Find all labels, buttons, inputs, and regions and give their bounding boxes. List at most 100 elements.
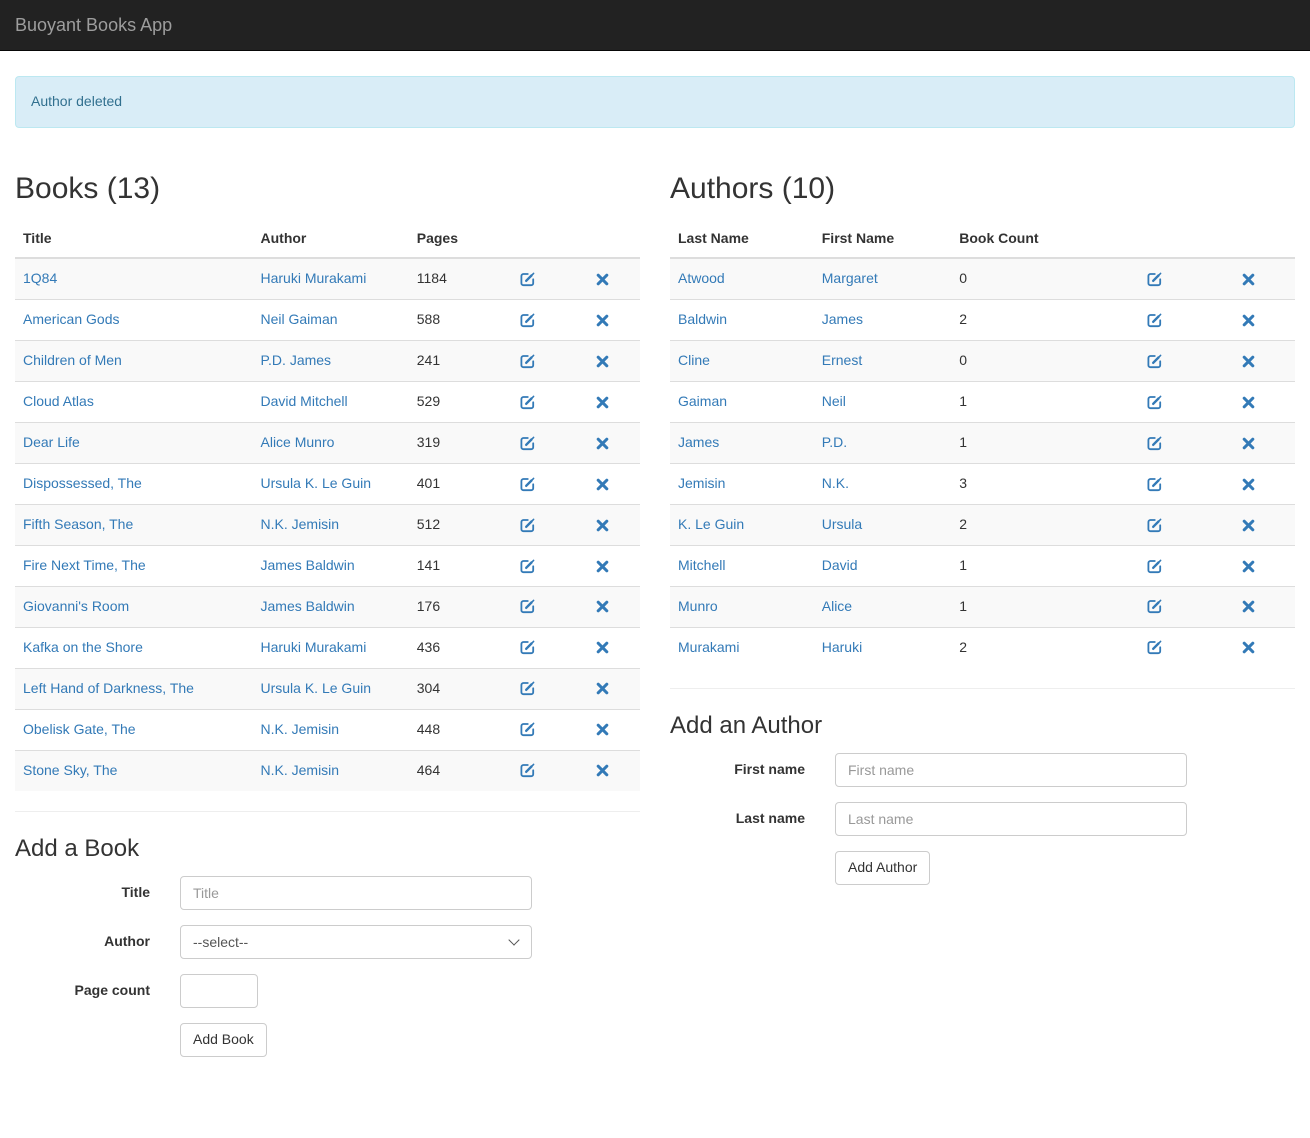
add-book-button[interactable]: Add Book (180, 1023, 267, 1057)
delete-book-button[interactable] (596, 475, 609, 491)
edit-book-button[interactable] (520, 393, 535, 409)
delete-author-button[interactable] (1242, 639, 1255, 655)
edit-book-button[interactable] (520, 762, 535, 778)
delete-book-button[interactable] (596, 352, 609, 368)
delete-book-button[interactable] (596, 557, 609, 573)
book-author-link[interactable]: David Mitchell (261, 393, 348, 409)
edit-book-button[interactable] (520, 516, 535, 532)
author-firstname-link[interactable]: Ernest (822, 352, 862, 368)
author-firstname-link[interactable]: N.K. (822, 475, 849, 491)
delete-book-button[interactable] (596, 762, 609, 778)
delete-book-button[interactable] (596, 516, 609, 532)
author-lastname-link[interactable]: Cline (678, 352, 710, 368)
edit-book-button[interactable] (520, 639, 535, 655)
book-title-link[interactable]: Dispossessed, The (23, 475, 142, 491)
book-title-link[interactable]: Fire Next Time, The (23, 557, 146, 573)
delete-author-button[interactable] (1242, 352, 1255, 368)
author-lastname-link[interactable]: Munro (678, 598, 718, 614)
book-author-link[interactable]: Alice Munro (261, 434, 335, 450)
delete-author-button[interactable] (1242, 393, 1255, 409)
delete-author-button[interactable] (1242, 434, 1255, 450)
edit-book-button[interactable] (520, 598, 535, 614)
delete-book-button[interactable] (596, 598, 609, 614)
navbar-brand[interactable]: Buoyant Books App (0, 0, 187, 50)
book-title-link[interactable]: Cloud Atlas (23, 393, 94, 409)
edit-book-button[interactable] (520, 680, 535, 696)
edit-book-button[interactable] (520, 721, 535, 737)
author-firstname-link[interactable]: Haruki (822, 639, 862, 655)
edit-book-button[interactable] (520, 434, 535, 450)
delete-book-button[interactable] (596, 721, 609, 737)
author-lastname-link[interactable]: Gaiman (678, 393, 727, 409)
author-firstname-input[interactable] (835, 753, 1187, 787)
delete-book-button[interactable] (596, 270, 609, 286)
edit-author-button[interactable] (1147, 557, 1162, 573)
book-author-select[interactable]: --select-- (180, 925, 532, 959)
delete-book-button[interactable] (596, 393, 609, 409)
book-author-link[interactable]: N.K. Jemisin (261, 762, 340, 778)
book-author-link[interactable]: James Baldwin (261, 598, 355, 614)
author-firstname-link[interactable]: P.D. (822, 434, 847, 450)
edit-author-button[interactable] (1147, 434, 1162, 450)
book-author-link[interactable]: Ursula K. Le Guin (261, 680, 372, 696)
book-pagecount-input[interactable] (180, 974, 258, 1008)
author-firstname-link[interactable]: James (822, 311, 863, 327)
book-author-link[interactable]: James Baldwin (261, 557, 355, 573)
author-lastname-link[interactable]: Jemisin (678, 475, 725, 491)
author-lastname-link[interactable]: James (678, 434, 719, 450)
edit-author-button[interactable] (1147, 639, 1162, 655)
book-title-input[interactable] (180, 876, 532, 910)
delete-book-button[interactable] (596, 639, 609, 655)
book-title-link[interactable]: 1Q84 (23, 270, 57, 286)
edit-book-button[interactable] (520, 475, 535, 491)
book-title-link[interactable]: American Gods (23, 311, 119, 327)
edit-book-button[interactable] (520, 557, 535, 573)
author-firstname-link[interactable]: Margaret (822, 270, 878, 286)
edit-author-button[interactable] (1147, 352, 1162, 368)
edit-author-button[interactable] (1147, 516, 1162, 532)
delete-author-button[interactable] (1242, 311, 1255, 327)
author-lastname-link[interactable]: Atwood (678, 270, 725, 286)
author-lastname-link[interactable]: Murakami (678, 639, 739, 655)
book-author-link[interactable]: Neil Gaiman (261, 311, 338, 327)
book-title-link[interactable]: Obelisk Gate, The (23, 721, 136, 737)
delete-book-button[interactable] (596, 311, 609, 327)
book-author-link[interactable]: N.K. Jemisin (261, 721, 340, 737)
edit-author-button[interactable] (1147, 475, 1162, 491)
delete-author-button[interactable] (1242, 516, 1255, 532)
delete-author-button[interactable] (1242, 598, 1255, 614)
book-title-link[interactable]: Giovanni's Room (23, 598, 129, 614)
add-author-button[interactable]: Add Author (835, 851, 930, 885)
book-author-link[interactable]: P.D. James (261, 352, 332, 368)
author-lastname-link[interactable]: K. Le Guin (678, 516, 744, 532)
edit-author-button[interactable] (1147, 598, 1162, 614)
delete-author-button[interactable] (1242, 557, 1255, 573)
edit-author-button[interactable] (1147, 311, 1162, 327)
book-title-link[interactable]: Fifth Season, The (23, 516, 133, 532)
delete-book-button[interactable] (596, 680, 609, 696)
edit-book-button[interactable] (520, 311, 535, 327)
author-firstname-link[interactable]: David (822, 557, 858, 573)
author-firstname-link[interactable]: Neil (822, 393, 846, 409)
book-author-link[interactable]: Haruki Murakami (261, 639, 367, 655)
book-title-link[interactable]: Left Hand of Darkness, The (23, 680, 194, 696)
edit-author-button[interactable] (1147, 393, 1162, 409)
book-title-link[interactable]: Dear Life (23, 434, 80, 450)
book-author-link[interactable]: N.K. Jemisin (261, 516, 340, 532)
book-author-link[interactable]: Ursula K. Le Guin (261, 475, 372, 491)
author-lastname-link[interactable]: Mitchell (678, 557, 725, 573)
delete-book-button[interactable] (596, 434, 609, 450)
edit-author-button[interactable] (1147, 270, 1162, 286)
author-firstname-link[interactable]: Alice (822, 598, 852, 614)
book-author-link[interactable]: Haruki Murakami (261, 270, 367, 286)
edit-book-button[interactable] (520, 352, 535, 368)
delete-author-button[interactable] (1242, 270, 1255, 286)
book-title-link[interactable]: Children of Men (23, 352, 122, 368)
author-lastname-link[interactable]: Baldwin (678, 311, 727, 327)
edit-book-button[interactable] (520, 270, 535, 286)
author-lastname-input[interactable] (835, 802, 1187, 836)
book-title-link[interactable]: Stone Sky, The (23, 762, 117, 778)
delete-author-button[interactable] (1242, 475, 1255, 491)
book-title-link[interactable]: Kafka on the Shore (23, 639, 143, 655)
author-firstname-link[interactable]: Ursula (822, 516, 862, 532)
